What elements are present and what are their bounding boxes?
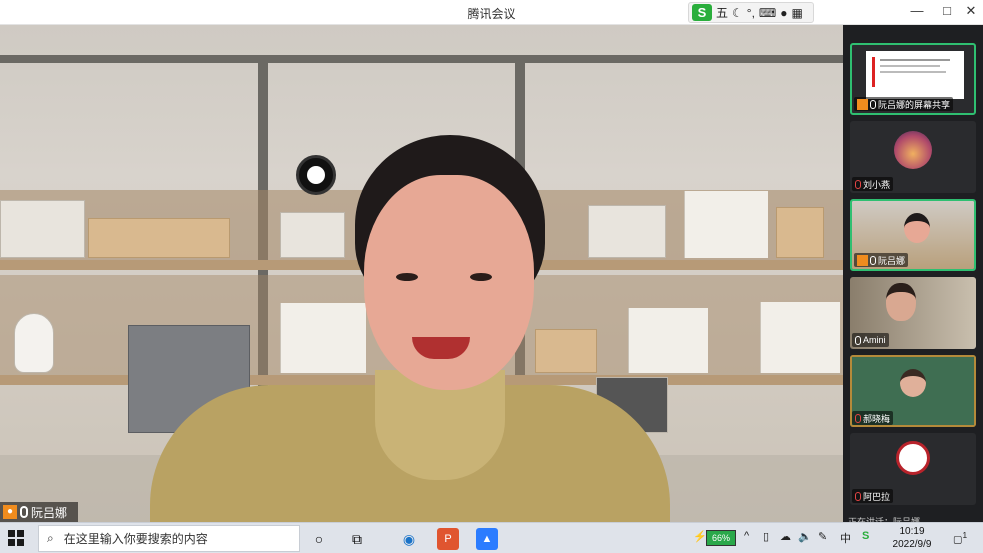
participant-tile[interactable]: Amini [850, 277, 976, 349]
participant-name: 郝晓梅 [863, 413, 891, 424]
books [280, 303, 366, 373]
speaker-eye [396, 273, 418, 281]
slide-text [880, 59, 950, 61]
pen-icon[interactable]: ✎ [818, 530, 827, 543]
participant-name: Amini [863, 335, 886, 345]
windows-taskbar: ⌕ 在这里输入你要搜索的内容 ○ ⧉ ◉ P ▲ ⚡ 66% ^ ▯ ☁ 🔈 ✎… [0, 522, 983, 553]
host-icon [857, 98, 868, 110]
clock-icon [296, 155, 336, 195]
speaker-name: 阮吕娜 [31, 505, 68, 520]
avatar [894, 131, 932, 169]
notification-center[interactable]: ▢1 [953, 530, 967, 545]
avatar [896, 441, 930, 475]
wood-crate [535, 329, 597, 373]
tile-label: 郝晓梅 [852, 411, 894, 425]
speaker-eye [470, 273, 492, 281]
mic-icon [855, 335, 861, 345]
participant-tile-screen-share[interactable]: 阮吕娜的屏幕共享 [850, 43, 976, 115]
tile-label: 阮吕娜 [854, 253, 909, 267]
face-thumbnail [904, 213, 930, 243]
main-video[interactable] [0, 25, 843, 522]
clock-date: 2022/9/9 [892, 539, 932, 550]
punctuation-icon[interactable]: °, [747, 6, 755, 20]
skin-icon[interactable]: ▦ [792, 6, 803, 20]
ime-indicator[interactable]: 中 [840, 530, 851, 546]
edge-icon[interactable]: ◉ [398, 528, 420, 550]
ime-toolbar[interactable]: S 五 ☾ °, ⌨ ● ▦ [688, 2, 814, 23]
participant-name: 阿巴拉 [863, 491, 891, 502]
system-clock[interactable]: 10:19 2022/9/9 [892, 525, 932, 551]
battery-indicator[interactable]: 66% [706, 530, 736, 546]
books [628, 308, 708, 373]
mic-icon [20, 506, 28, 518]
minimize-button[interactable]: — [904, 3, 930, 18]
keyboard-icon[interactable]: ⌨ [759, 6, 776, 20]
mic-muted-icon [855, 491, 861, 501]
host-icon [857, 254, 868, 266]
mic-muted-icon [855, 179, 861, 189]
participant-list[interactable]: 阮吕娜的屏幕共享 刘小燕 阮吕娜 Amini 郝晓梅 阿巴拉 [843, 25, 983, 522]
storage-box [280, 212, 345, 258]
tile-label: 刘小燕 [852, 177, 894, 191]
vase [14, 313, 54, 373]
participant-tile[interactable]: 阮吕娜 [850, 199, 976, 271]
tencent-meeting-icon[interactable]: ▲ [476, 528, 498, 550]
face-thumbnail [886, 283, 916, 321]
taskbar-search[interactable]: ⌕ 在这里输入你要搜索的内容 [38, 525, 300, 552]
slide-text [880, 71, 946, 73]
wood-crate [776, 207, 824, 258]
ime-mode[interactable]: 五 [716, 4, 728, 21]
volume-icon[interactable]: 🔈 [798, 530, 812, 543]
wood-crate [88, 218, 230, 258]
books [760, 302, 840, 373]
sogou-logo-icon[interactable]: S [692, 4, 712, 21]
mic-muted-icon [855, 413, 861, 423]
usb-icon[interactable]: ▯ [763, 530, 769, 543]
frame-top [0, 55, 843, 63]
participant-name: 刘小燕 [863, 179, 891, 190]
books [684, 191, 768, 258]
notification-count: 1 [962, 530, 968, 540]
participant-name: 阮吕娜 [878, 255, 906, 266]
cortana-icon[interactable]: ○ [308, 528, 330, 550]
search-icon: ⌕ [47, 531, 54, 545]
maximize-button[interactable]: □ [934, 3, 960, 18]
face-thumbnail [900, 369, 926, 397]
clock-time: 10:19 [899, 526, 925, 537]
storage-box [0, 200, 85, 258]
title-bar: 腾讯会议 S 五 ☾ °, ⌨ ● ▦ — □ ✕ [0, 0, 983, 25]
participant-tile[interactable]: 郝晓梅 [850, 355, 976, 427]
participant-tile[interactable]: 刘小燕 [850, 121, 976, 193]
screen-share-preview [866, 51, 964, 99]
slide-text [880, 65, 940, 67]
mic-icon [870, 99, 876, 109]
chevron-up-icon[interactable]: ^ [744, 530, 749, 542]
task-view-icon[interactable]: ⧉ [346, 528, 368, 550]
moon-icon[interactable]: ☾ [732, 6, 743, 20]
speaker-nameplate: ● 阮吕娜 [0, 502, 78, 522]
tile-label: 阿巴拉 [852, 489, 894, 503]
participant-tile[interactable]: 阿巴拉 [850, 433, 976, 505]
cloud-icon[interactable]: ☁ [780, 530, 791, 543]
tile-label: 阮吕娜的屏幕共享 [854, 97, 954, 111]
host-icon: ● [3, 505, 17, 519]
participant-name: 阮吕娜的屏幕共享 [878, 99, 951, 110]
mic-icon [870, 255, 876, 265]
storage-box [588, 205, 666, 258]
search-placeholder: 在这里输入你要搜索的内容 [63, 532, 208, 546]
window-title: 腾讯会议 [467, 7, 516, 21]
user-icon[interactable]: ● [780, 6, 787, 20]
slide-accent [872, 57, 875, 87]
tile-label: Amini [852, 333, 889, 347]
start-button[interactable] [8, 530, 24, 546]
sogou-tray-icon[interactable]: S [862, 530, 869, 542]
power-icon[interactable]: ⚡ [693, 530, 707, 543]
close-button[interactable]: ✕ [958, 3, 983, 19]
wps-presentation-icon[interactable]: P [437, 528, 459, 550]
